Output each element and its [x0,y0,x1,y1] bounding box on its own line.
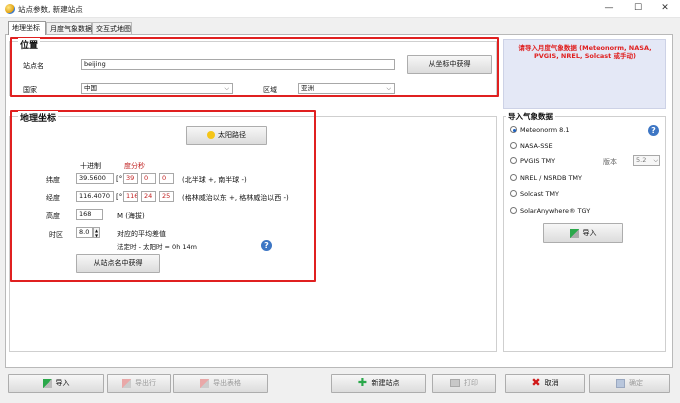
position-title: 位置 [18,38,41,51]
export-icon [200,378,209,388]
region-label: 区域 [263,86,277,94]
longitude-decimal-input[interactable]: 116.4070 [76,191,114,202]
latitude-note: (北半球 +, 南半球 -) [182,176,247,184]
maximize-button[interactable]: ☐ [627,2,649,16]
import-arrow-icon [569,228,579,238]
export-table-button[interactable]: 导出表格 [173,374,268,393]
longitude-min-input[interactable]: 24 [141,191,156,202]
legal-time-diff: 法定时 - 太阳时 = 0h 14m [117,243,197,251]
version-select[interactable]: 5.2 ⌵ [633,155,660,166]
latitude-decimal-input[interactable]: 39.5600 [76,173,114,184]
hint-text: 请导入月度气象数据 (Meteonorm, NASA, PVGIS, NREL,… [518,44,652,60]
longitude-sec-input[interactable]: 25 [159,191,174,202]
site-name-label: 站点名 [23,62,44,70]
meteo-import-label: 导入 [582,229,597,237]
import-button[interactable]: 导入 [8,374,104,393]
dms-header: 度分秒 [124,162,145,170]
country-value: 中国 [84,84,97,92]
meteo-import-button[interactable]: 导入 [543,223,623,243]
window-title: 站点参数, 新建站点 [18,5,83,14]
close-icon: ✖ [531,376,541,389]
minimize-button[interactable]: — [598,2,620,16]
export-row-button[interactable]: 导出行 [107,374,171,393]
cancel-label: 取消 [544,379,559,387]
longitude-deg-input[interactable]: 116 [123,191,138,202]
radio-nasa-sse[interactable] [510,142,517,149]
import-arrow-icon [42,378,52,388]
title-bar [0,0,680,18]
option-solaranywhere-label: SolarAnywhere® TGY [520,207,591,215]
altitude-unit: M (海拔) [117,212,145,220]
new-site-button[interactable]: ✚ 新建站点 [331,374,426,393]
altitude-input[interactable]: 168 [76,209,103,220]
option-pvgis-tmy-label: PVGIS TMY [520,157,556,165]
plus-icon: ✚ [357,376,368,389]
help-icon[interactable]: ? [261,240,272,251]
longitude-note: (格林威治以东 +, 格林威治以西 -) [182,194,289,202]
chevron-down-icon: ⌵ [224,85,229,92]
export-icon [122,378,131,388]
version-value: 5.2 [636,156,647,164]
version-label: 版本 [603,158,617,166]
save-icon [616,378,625,388]
decimal-header: 十进制 [80,162,101,170]
tab-interactive-map[interactable]: 交互式地图 [92,22,132,34]
option-nasa-sse-label: NASA-SSE [520,142,553,150]
option-meteonorm-label: Meteonorm 8.1 [520,126,570,134]
region-select[interactable]: 亚洲 ⌵ [298,83,395,94]
help-icon[interactable]: ? [648,125,659,136]
avg-diff-label: 对应的平均差值 [117,230,166,238]
radio-meteonorm[interactable] [510,126,517,133]
tab-geo-coords[interactable]: 地理坐标 [8,21,46,35]
radio-nrel-nsrdb[interactable] [510,174,517,181]
cancel-button[interactable]: ✖ 取消 [505,374,585,393]
ok-button[interactable]: 确定 [589,374,670,393]
chevron-down-icon: ⌵ [386,85,391,92]
latitude-sec-input[interactable]: 0 [159,173,174,184]
chevron-down-icon: ⌵ [653,157,658,164]
country-label: 国家 [23,86,37,94]
print-button[interactable]: 打印 [432,374,496,393]
longitude-label: 经度 [46,194,60,202]
print-label: 打印 [464,379,478,387]
region-value: 亚洲 [301,84,314,92]
import-button-label: 导入 [55,379,70,387]
sun-path-label: 太阳路径 [218,131,246,139]
latitude-deg-input[interactable]: 39 [123,173,138,184]
altitude-label: 高度 [46,212,60,220]
sun-path-button[interactable]: 太阳路径 [186,126,267,145]
timezone-spinner[interactable]: ▲ ▼ [93,227,100,238]
country-select[interactable]: 中国 ⌵ [81,83,233,94]
close-button[interactable]: ✕ [654,2,676,16]
from-site-name-button[interactable]: 从站点名中获得 [76,254,160,273]
sun-icon [207,131,215,139]
geo-title: 地理坐标 [18,111,59,124]
timezone-label: 时区 [49,231,63,239]
app-icon [5,4,15,14]
import-meteo-title: 导入气象数据 [506,111,555,122]
timezone-input[interactable]: 8.0 [76,227,93,238]
from-coords-button[interactable]: 从坐标中获得 [407,55,492,74]
site-name-input[interactable]: beijing [81,59,395,70]
option-nrel-label: NREL / NSRDB TMY [520,174,583,182]
latitude-label: 纬度 [46,176,60,184]
option-solcast-label: Solcast TMY [520,190,560,198]
tab-monthly-meteo[interactable]: 月度气象数据 [46,22,92,34]
radio-solcast-tmy[interactable] [510,190,517,197]
new-site-label: 新建站点 [371,379,400,387]
ok-label: 确定 [629,379,643,387]
radio-pvgis-tmy[interactable] [510,157,517,164]
latitude-min-input[interactable]: 0 [141,173,156,184]
radio-solaranywhere[interactable] [510,207,517,214]
export-table-label: 导出表格 [213,379,241,387]
export-row-label: 导出行 [135,379,156,387]
printer-icon [450,379,460,387]
